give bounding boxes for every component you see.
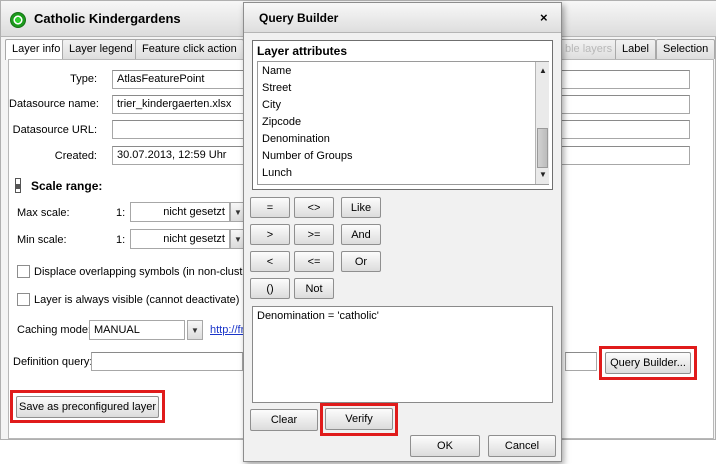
list-item[interactable]: Zipcode bbox=[262, 116, 301, 128]
displace-symbols-checkbox[interactable] bbox=[17, 265, 30, 278]
operator-greater-equal-button[interactable]: >= bbox=[294, 224, 334, 245]
displace-symbols-label: Displace overlapping symbols (in non-clu… bbox=[34, 266, 261, 278]
definition-query-field-end[interactable] bbox=[565, 352, 597, 371]
type-label: Type: bbox=[70, 73, 97, 85]
caching-help-link[interactable]: http://fr bbox=[210, 324, 244, 336]
close-icon[interactable]: × bbox=[540, 10, 548, 25]
operator-not-button[interactable]: Not bbox=[294, 278, 334, 299]
max-scale-select[interactable]: nicht gesetzt ▼ bbox=[130, 202, 246, 222]
min-scale-label: Min scale: bbox=[17, 234, 67, 246]
scroll-down-icon[interactable]: ▼ bbox=[536, 168, 550, 182]
window-title: Catholic Kindergardens bbox=[34, 11, 181, 26]
operator-or-button[interactable]: Or bbox=[341, 251, 381, 272]
datasource-name-label: Datasource name: bbox=[9, 98, 99, 110]
scale-range-heading: Scale range: bbox=[31, 179, 103, 193]
layer-status-icon bbox=[10, 12, 26, 28]
tab-layer-info[interactable]: Layer info bbox=[5, 39, 68, 60]
list-item[interactable]: Denomination bbox=[262, 133, 330, 145]
scroll-up-icon[interactable]: ▲ bbox=[536, 64, 550, 78]
always-visible-checkbox[interactable] bbox=[17, 293, 30, 306]
attribute-list-scrollbar[interactable]: ▲ ▼ bbox=[535, 62, 549, 184]
max-scale-label: Max scale: bbox=[17, 207, 70, 219]
layer-attributes-heading: Layer attributes bbox=[257, 44, 348, 58]
operator-less-equal-button[interactable]: <= bbox=[294, 251, 334, 272]
verify-button[interactable]: Verify bbox=[325, 408, 393, 430]
list-item[interactable]: City bbox=[262, 99, 281, 111]
caching-mode-value: MANUAL bbox=[94, 324, 140, 336]
tab-label[interactable]: Label bbox=[615, 39, 656, 59]
ok-button[interactable]: OK bbox=[410, 435, 480, 457]
tab-layer-legend[interactable]: Layer legend bbox=[62, 39, 140, 59]
cancel-button[interactable]: Cancel bbox=[488, 435, 556, 457]
chevron-down-icon[interactable]: ▼ bbox=[187, 320, 203, 340]
list-item[interactable]: Name bbox=[262, 65, 291, 77]
attribute-list[interactable]: Name Street City Zipcode Denomination Nu… bbox=[257, 61, 549, 185]
datasource-url-label: Datasource URL: bbox=[12, 124, 97, 136]
definition-query-label: Definition query: bbox=[13, 356, 93, 368]
operator-equals-button[interactable]: = bbox=[250, 197, 290, 218]
dialog-titlebar: Query Builder × bbox=[244, 3, 561, 33]
definition-query-field[interactable] bbox=[91, 352, 243, 371]
query-builder-dialog: Query Builder × Layer attributes Name St… bbox=[243, 2, 562, 462]
operator-greater-button[interactable]: > bbox=[250, 224, 290, 245]
max-scale-value: nicht gesetzt bbox=[163, 206, 225, 218]
operator-not-equals-button[interactable]: <> bbox=[294, 197, 334, 218]
tab-feature-click-action[interactable]: Feature click action bbox=[135, 39, 244, 59]
list-item[interactable]: Street bbox=[262, 82, 291, 94]
list-item[interactable]: Lunch bbox=[262, 167, 292, 179]
tab-visible-layers[interactable]: ble layers bbox=[558, 39, 620, 59]
operator-like-button[interactable]: Like bbox=[341, 197, 381, 218]
dialog-title: Query Builder bbox=[259, 11, 339, 25]
always-visible-label: Layer is always visible (cannot deactiva… bbox=[34, 294, 240, 306]
clear-button[interactable]: Clear bbox=[250, 409, 318, 431]
min-scale-prefix: 1: bbox=[116, 234, 126, 246]
scale-range-icon bbox=[15, 178, 21, 193]
min-scale-value: nicht gesetzt bbox=[163, 233, 225, 245]
max-scale-prefix: 1: bbox=[116, 207, 126, 219]
save-preconfigured-layer-button[interactable]: Save as preconfigured layer bbox=[16, 396, 159, 418]
created-label: Created: bbox=[54, 150, 97, 162]
operator-less-button[interactable]: < bbox=[250, 251, 290, 272]
operator-parentheses-button[interactable]: () bbox=[250, 278, 290, 299]
list-item[interactable]: Number of Groups bbox=[262, 150, 352, 162]
query-expression-textarea[interactable]: Denomination = 'catholic' bbox=[252, 306, 553, 403]
query-builder-button[interactable]: Query Builder... bbox=[605, 352, 691, 374]
min-scale-select[interactable]: nicht gesetzt ▼ bbox=[130, 229, 246, 249]
caching-mode-label: Caching mode: bbox=[17, 324, 91, 336]
caching-mode-select[interactable]: MANUAL ▼ bbox=[89, 320, 203, 340]
scrollbar-thumb[interactable] bbox=[537, 128, 548, 168]
layer-attributes-box: Layer attributes Name Street City Zipcod… bbox=[252, 40, 553, 190]
tab-selection[interactable]: Selection bbox=[656, 39, 716, 59]
operator-and-button[interactable]: And bbox=[341, 224, 381, 245]
